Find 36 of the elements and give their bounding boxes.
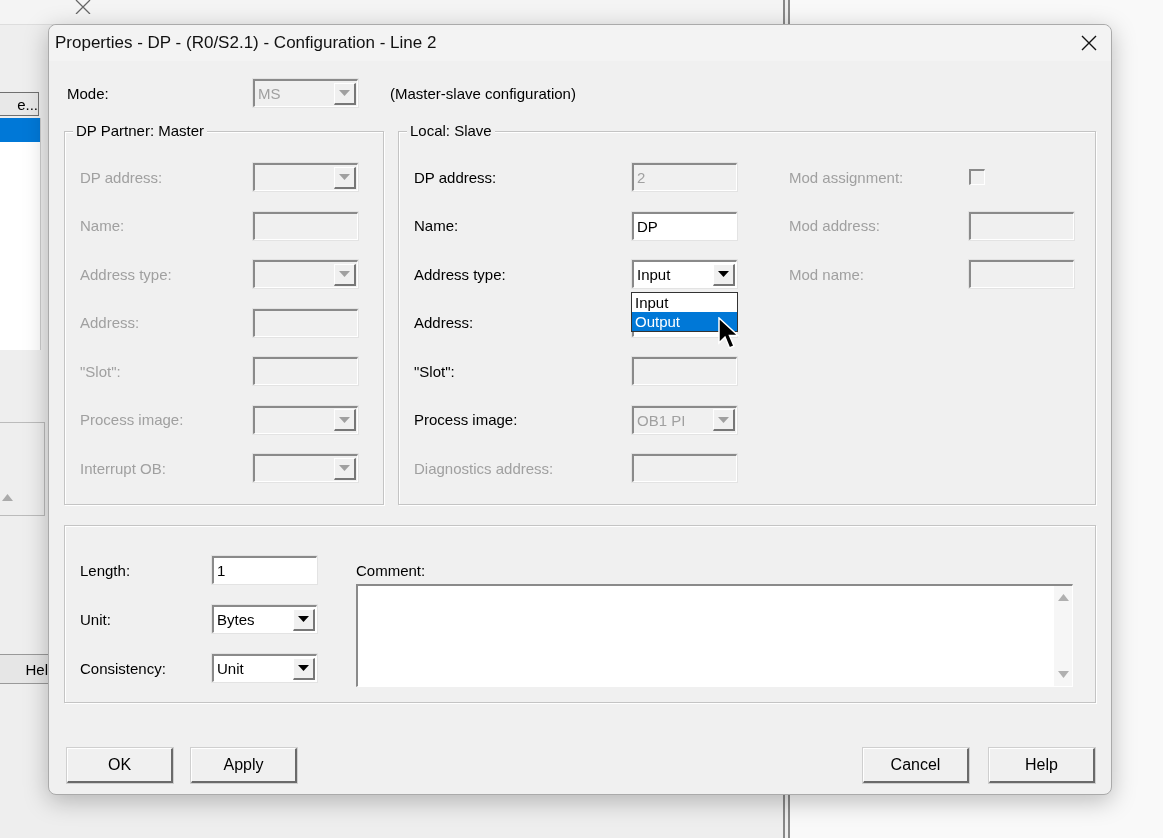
dialog-button[interactable]: Cancel <box>863 748 969 783</box>
field-label: Length: <box>80 561 131 579</box>
dialog-button[interactable]: Apply <box>191 748 297 783</box>
field-label: Name: <box>414 217 459 234</box>
browse-button[interactable]: e... <box>0 92 39 116</box>
text-field[interactable]: 1 <box>212 556 317 584</box>
dialog-button[interactable]: Help <box>989 748 1095 783</box>
field-label: Interrupt OB: <box>80 459 166 477</box>
field-label: DP address: <box>80 168 163 186</box>
text-field[interactable]: DP <box>632 211 737 240</box>
field-label: Process image: <box>80 411 184 428</box>
field-label: Address: <box>80 314 140 331</box>
mode-description: (Master-slave configuration) <box>390 84 576 102</box>
dropdown[interactable]: Bytes <box>212 605 317 633</box>
field-label: Process image: <box>414 411 518 428</box>
field-label: Address: <box>414 314 474 331</box>
field-label: "Slot": <box>414 362 455 380</box>
field-label: Mod name: <box>789 265 865 283</box>
field-label: DP address: <box>414 168 497 186</box>
dropdown-option[interactable]: Output <box>632 312 737 331</box>
field-label: Mod assignment: <box>789 168 904 186</box>
dropdown[interactable]: Input <box>632 260 737 288</box>
field-label: Comment: <box>356 560 426 581</box>
field-label: Name: <box>80 217 125 234</box>
field-label: Unit: <box>80 610 111 628</box>
field-label: Address type: <box>80 265 172 283</box>
field-label: Diagnostics address: <box>414 459 554 477</box>
field-label: "Slot": <box>80 362 121 380</box>
dialog-button[interactable]: OK <box>67 748 173 783</box>
dialog-title: Properties - DP - (R0/S2.1) - Configuration - Line 2 <box>55 33 437 53</box>
field-label: Mod address: <box>789 217 880 234</box>
dropdown[interactable]: Unit <box>212 654 317 682</box>
cut-off-button[interactable]: Hel <box>0 654 48 684</box>
field-label: Mode: <box>66 84 110 102</box>
field-label: Address type: <box>414 265 506 283</box>
field-label: Consistency: <box>80 659 166 677</box>
